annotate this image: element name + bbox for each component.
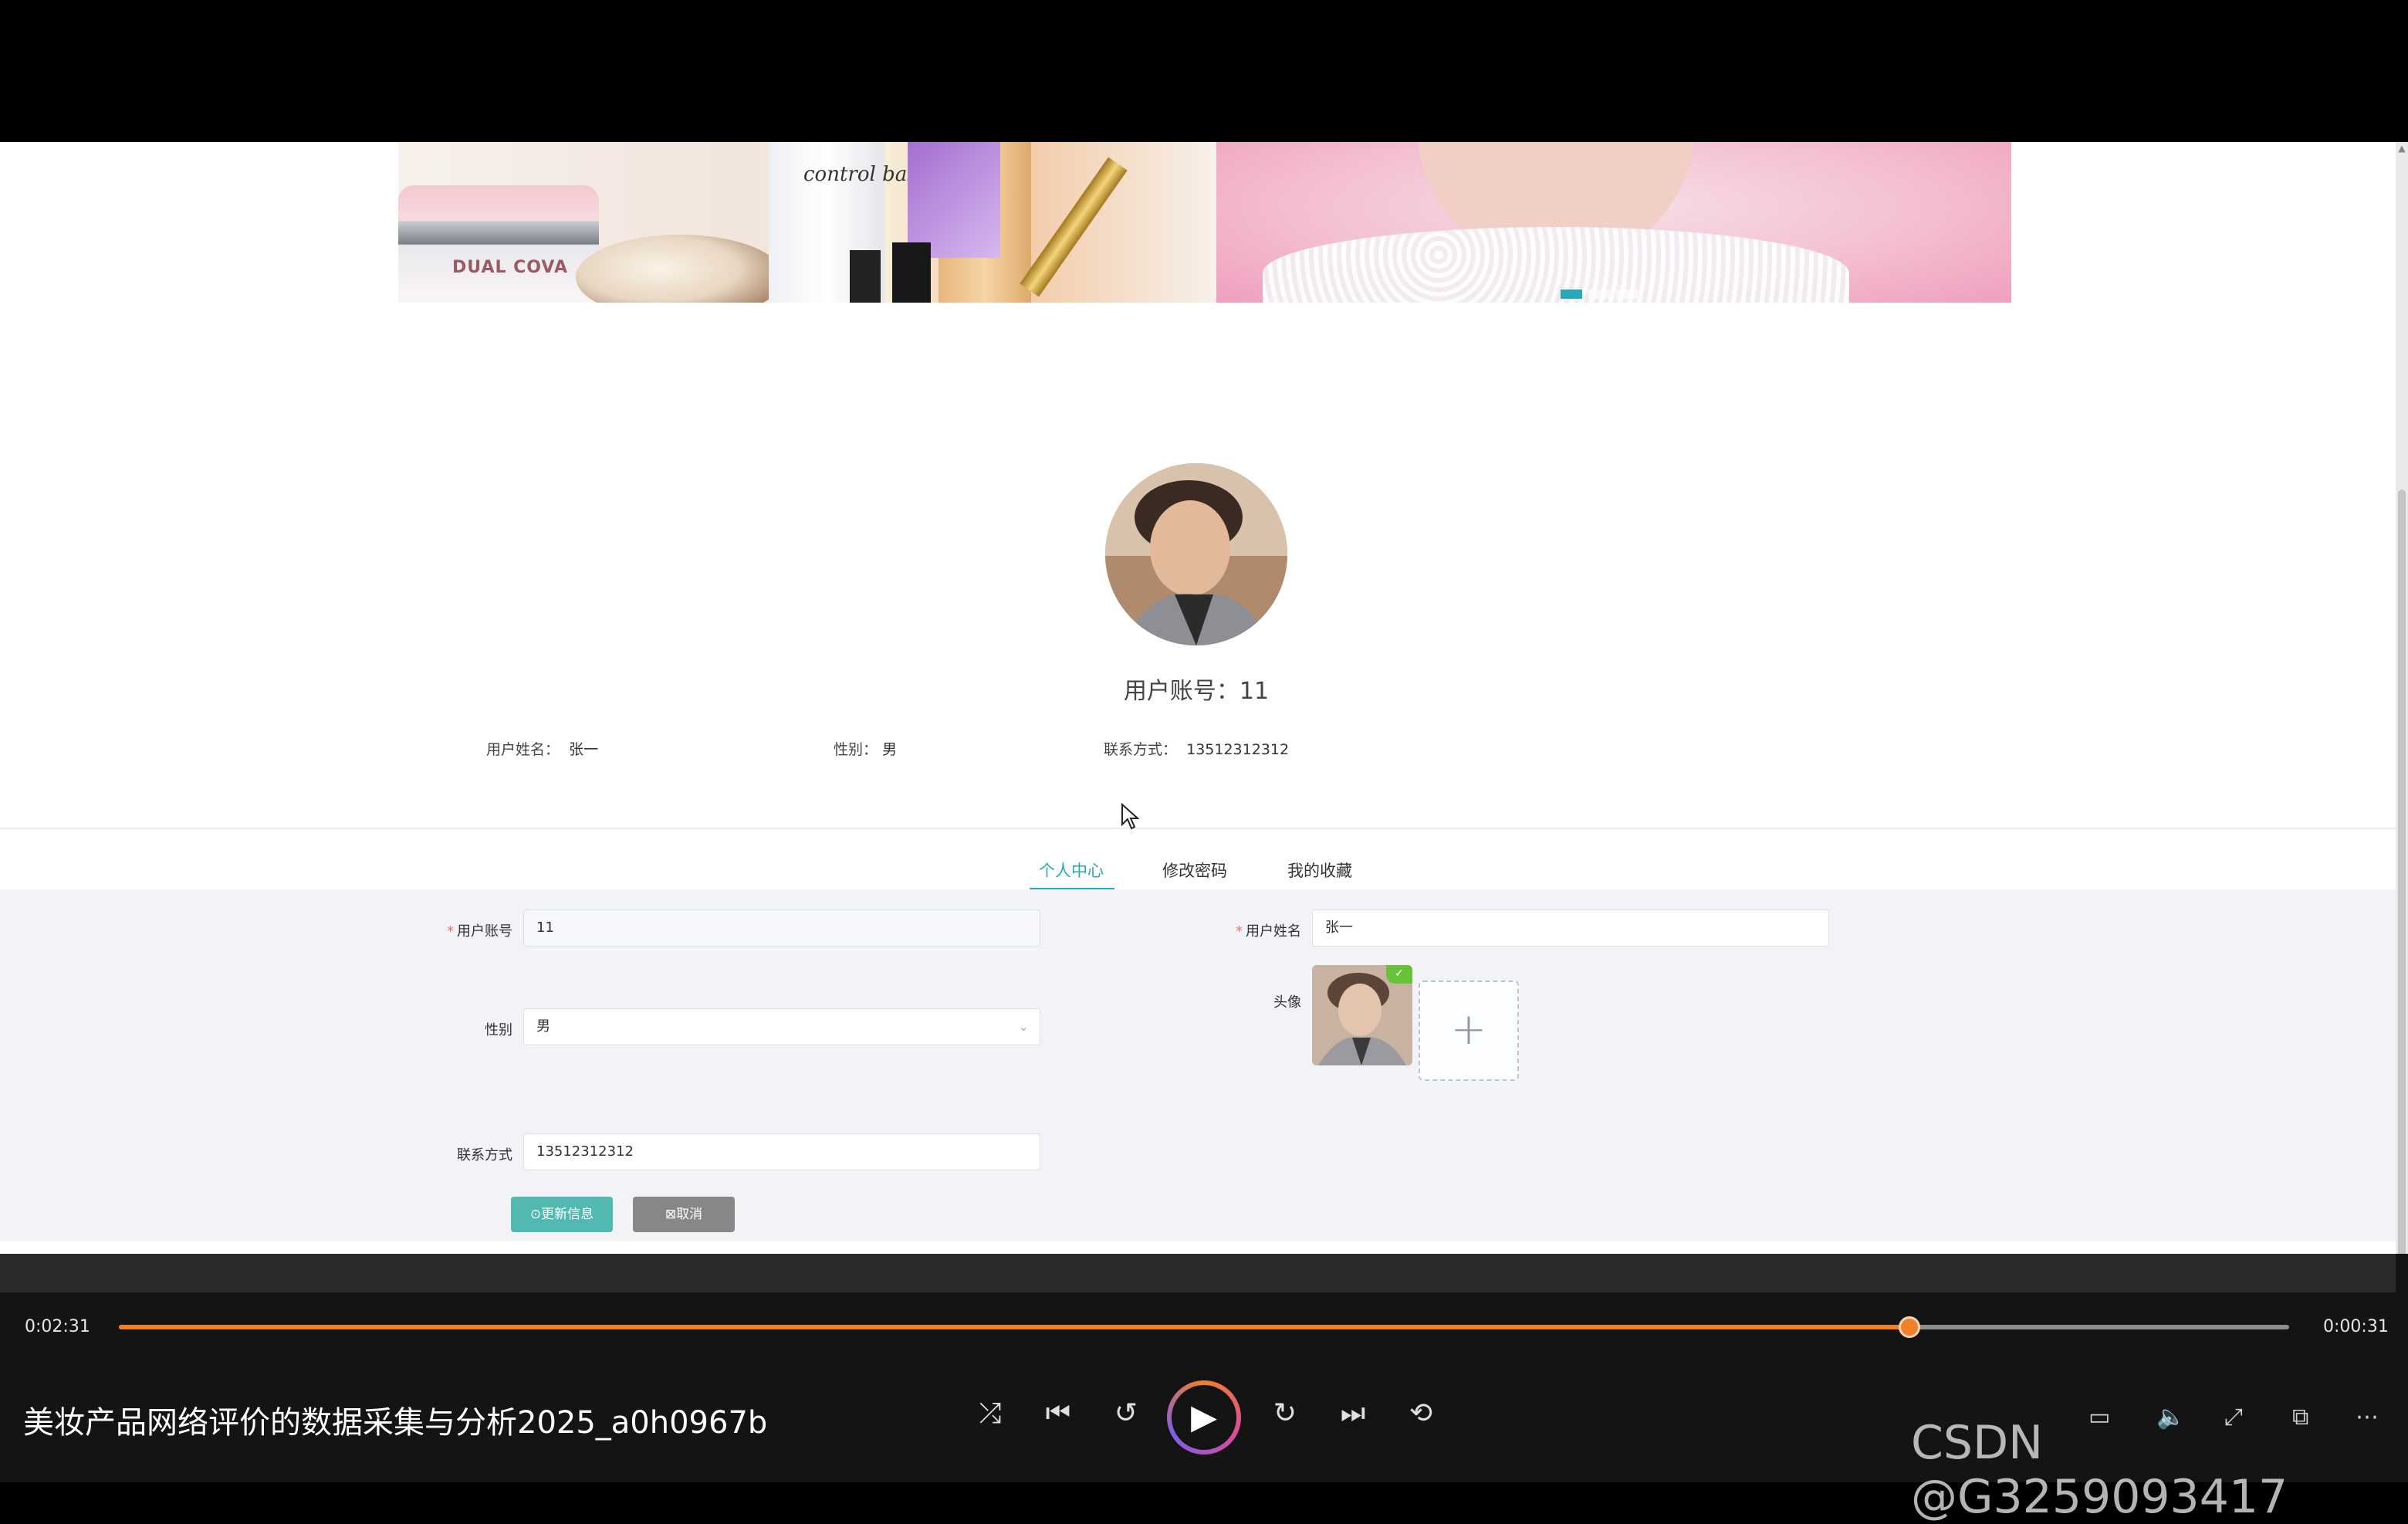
info-name-label: 用户姓名： xyxy=(486,741,560,758)
plus-icon: + xyxy=(1450,1004,1487,1055)
chevron-down-icon: ⌄ xyxy=(1018,1019,1029,1034)
avatar-upload-thumbnail[interactable]: ✓ xyxy=(1312,965,1412,1065)
cancel-button[interactable]: ⊠取消 xyxy=(633,1197,735,1232)
carousel-dot-1[interactable] xyxy=(1561,290,1582,299)
form-phone-label: 联系方式 xyxy=(457,1147,512,1163)
repeat-off-icon[interactable]: ⟲ xyxy=(1402,1397,1440,1429)
forward-30-icon[interactable]: ↻ xyxy=(1266,1397,1304,1429)
info-phone-label: 联系方式： xyxy=(1104,741,1178,758)
scrollbar-thumb[interactable] xyxy=(2398,489,2406,1285)
play-icon: ▶ xyxy=(1172,1385,1236,1450)
rewind-10-icon[interactable]: ↺ xyxy=(1107,1397,1145,1429)
previous-icon[interactable]: ⏮ xyxy=(1039,1397,1077,1430)
update-info-button[interactable]: ⊙更新信息 xyxy=(511,1197,613,1232)
play-button[interactable]: ▶ xyxy=(1167,1380,1241,1455)
tab-change-password[interactable]: 修改密码 xyxy=(1162,859,1227,882)
info-phone-value: 13512312312 xyxy=(1186,741,1290,758)
form-name-label: * 用户姓名 xyxy=(1236,923,1301,940)
info-gender: 性别： 男 xyxy=(834,738,897,759)
scroll-up-icon[interactable]: ▲ xyxy=(2397,144,2406,153)
gender-select-value: 男 xyxy=(536,1018,550,1035)
upload-success-check-icon: ✓ xyxy=(1386,965,1412,984)
avatar-upload-add-button[interactable]: + xyxy=(1419,980,1519,1081)
seek-bar[interactable] xyxy=(119,1316,2289,1338)
info-phone: 联系方式： 13512312312 xyxy=(1104,738,1289,759)
tab-my-favorites[interactable]: 我的收藏 xyxy=(1287,859,1352,882)
form-gender-label: 性别 xyxy=(485,1022,512,1038)
jar-label-text: DUAL COVA xyxy=(452,258,568,277)
black-tube-image xyxy=(850,250,881,303)
info-gender-label: 性别： xyxy=(834,741,878,758)
phone-input[interactable]: 13512312312 xyxy=(523,1133,1040,1170)
shuffle-icon[interactable]: ⤮ xyxy=(971,1397,1010,1430)
page-scrollbar[interactable]: ▲ ▼ xyxy=(2396,142,2408,1292)
cream-jar-image xyxy=(398,185,599,303)
seek-bar-fill xyxy=(119,1325,1909,1329)
info-name: 用户姓名： 张一 xyxy=(486,738,598,759)
form-account-label: * 用户账号 xyxy=(447,923,512,940)
mouse-cursor-icon xyxy=(1121,803,1140,830)
current-time: 0:02:31 xyxy=(25,1317,90,1336)
info-name-value: 张一 xyxy=(569,741,599,758)
carousel-dot-3[interactable] xyxy=(1616,290,1638,299)
carousel-indicators xyxy=(1561,287,1644,302)
carousel-dot-2[interactable] xyxy=(1588,290,1610,299)
remaining-time: 0:00:31 xyxy=(2323,1317,2389,1336)
profile-form xyxy=(0,889,2396,1241)
banner-carousel[interactable]: DUAL COVA control base xyxy=(398,142,2011,303)
account-heading-value: 11 xyxy=(1239,678,1270,705)
gender-select[interactable]: 男 ⌄ xyxy=(523,1008,1040,1045)
account-input[interactable]: 11 xyxy=(523,909,1040,947)
account-heading: 用户账号：11 xyxy=(1081,672,1312,706)
info-gender-value: 男 xyxy=(882,741,898,758)
name-input[interactable]: 张一 xyxy=(1312,909,1829,947)
avatar-photo xyxy=(1105,463,1287,645)
csdn-watermark: CSDN @G3259093417 xyxy=(1911,1416,2288,1524)
seek-bar-handle[interactable] xyxy=(1898,1316,1920,1338)
black-tube-image xyxy=(892,242,931,303)
player-top-strip xyxy=(0,1254,2396,1292)
next-icon[interactable]: ⏭ xyxy=(1334,1397,1372,1430)
user-avatar xyxy=(1105,463,1287,645)
account-heading-label: 用户账号： xyxy=(1123,678,1240,705)
tab-personal-center[interactable]: 个人中心 xyxy=(1039,859,1104,882)
form-avatar-label: 头像 xyxy=(1273,994,1301,1011)
video-title: 美妆产品网络评价的数据采集与分析2025_a0h0967b xyxy=(23,1405,768,1441)
makeup-puff-box-image xyxy=(908,142,1000,258)
